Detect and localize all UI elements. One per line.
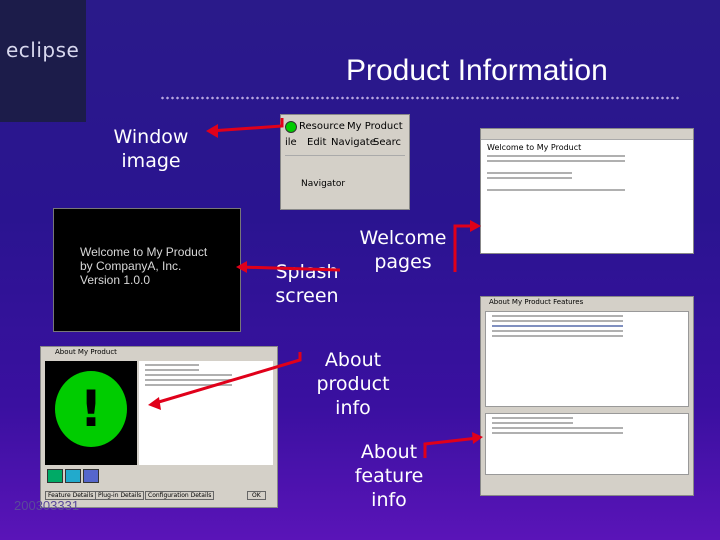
arrow-about-feature	[423, 436, 479, 458]
arrowhead	[148, 397, 161, 410]
arrow-splash-screen	[239, 265, 341, 272]
arrowhead	[472, 432, 483, 444]
arrowhead	[206, 124, 218, 138]
arrow-layer	[148, 118, 483, 458]
arrow-about-product	[151, 352, 302, 406]
arrowhead	[236, 261, 247, 273]
arrow-window-image	[209, 118, 284, 133]
arrowhead	[470, 220, 481, 232]
arrow-welcome-pages	[453, 224, 476, 272]
footer-date: 200303331	[14, 498, 80, 513]
